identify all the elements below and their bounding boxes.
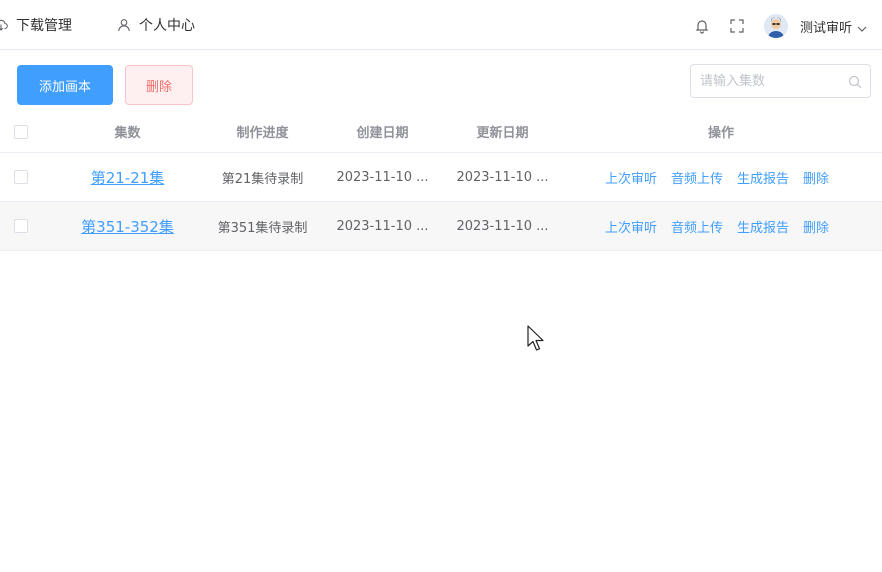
episode-table: 集数 制作进度 创建日期 更新日期 操作 第21-21集 第21集待录制 202…	[0, 111, 882, 251]
episode-link[interactable]: 第351-352集	[81, 216, 174, 237]
table-header: 集数 制作进度 创建日期 更新日期 操作	[0, 111, 882, 153]
nav-download-label: 下载管理	[16, 18, 72, 34]
episode-link[interactable]: 第21-21集	[91, 167, 165, 188]
header-updated-date: 更新日期	[476, 126, 529, 141]
row-checkbox[interactable]	[14, 170, 28, 184]
generate-report-link[interactable]: 生成报告	[737, 168, 789, 187]
nav-download-management[interactable]: 下载管理	[0, 0, 72, 50]
delete-link[interactable]: 删除	[803, 217, 829, 236]
chevron-down-icon[interactable]	[856, 20, 868, 32]
add-picture-book-button[interactable]: 添加画本	[17, 65, 113, 105]
delete-link[interactable]: 删除	[803, 168, 829, 187]
updated-date-cell: 2023-11-10 ...	[456, 169, 549, 185]
table-row: 第351-352集 第351集待录制 2023-11-10 ... 2023-1…	[0, 202, 882, 251]
avatar[interactable]	[764, 14, 788, 38]
row-checkbox-cell	[0, 153, 42, 201]
user-name[interactable]: 测试审听	[800, 17, 852, 36]
updated-date-cell: 2023-11-10 ...	[456, 218, 549, 234]
fullscreen-icon[interactable]	[729, 18, 745, 34]
generate-report-link[interactable]: 生成报告	[737, 217, 789, 236]
search-input[interactable]	[691, 65, 841, 97]
progress-cell: 第351集待录制	[217, 220, 308, 236]
header-progress: 制作进度	[236, 126, 289, 141]
episode-cell: 第351-352集	[55, 202, 200, 250]
header-actions: 操作	[707, 126, 734, 141]
audio-upload-link[interactable]: 音频上传	[671, 217, 723, 236]
top-nav: 下载管理 个人中心 测试审听	[0, 0, 882, 50]
mouse-cursor-icon	[527, 325, 545, 352]
header-checkbox-cell	[0, 111, 42, 152]
delete-button[interactable]: 删除	[125, 65, 193, 105]
select-all-checkbox[interactable]	[14, 124, 28, 139]
table-row: 第21-21集 第21集待录制 2023-11-10 ... 2023-11-1…	[0, 153, 882, 202]
row-checkbox[interactable]	[14, 219, 28, 233]
page: 下载管理 个人中心 测试审听 添加画本 删除 请输入集数 集数 制作进度 创建日…	[0, 0, 882, 572]
cloud-download-icon	[0, 18, 8, 32]
actions-cell: 上次审听 音频上传 生成报告 删除	[560, 153, 882, 201]
row-checkbox-cell	[0, 202, 42, 250]
bell-icon[interactable]	[694, 18, 710, 34]
last-review-link[interactable]: 上次审听	[605, 168, 657, 187]
search-box	[690, 64, 871, 98]
nav-personal-center[interactable]: 个人中心	[117, 0, 195, 50]
search-icon[interactable]	[848, 74, 862, 89]
audio-upload-link[interactable]: 音频上传	[671, 168, 723, 187]
created-date-cell: 2023-11-10 ...	[336, 169, 429, 185]
header-created-date: 创建日期	[356, 126, 409, 141]
created-date-cell: 2023-11-10 ...	[336, 218, 429, 234]
progress-cell: 第21集待录制	[221, 171, 304, 187]
nav-profile-label: 个人中心	[139, 18, 195, 34]
header-episode: 集数	[114, 126, 141, 141]
user-icon	[117, 18, 131, 32]
episode-cell: 第21-21集	[55, 153, 200, 201]
last-review-link[interactable]: 上次审听	[605, 217, 657, 236]
actions-cell: 上次审听 音频上传 生成报告 删除	[560, 202, 882, 250]
